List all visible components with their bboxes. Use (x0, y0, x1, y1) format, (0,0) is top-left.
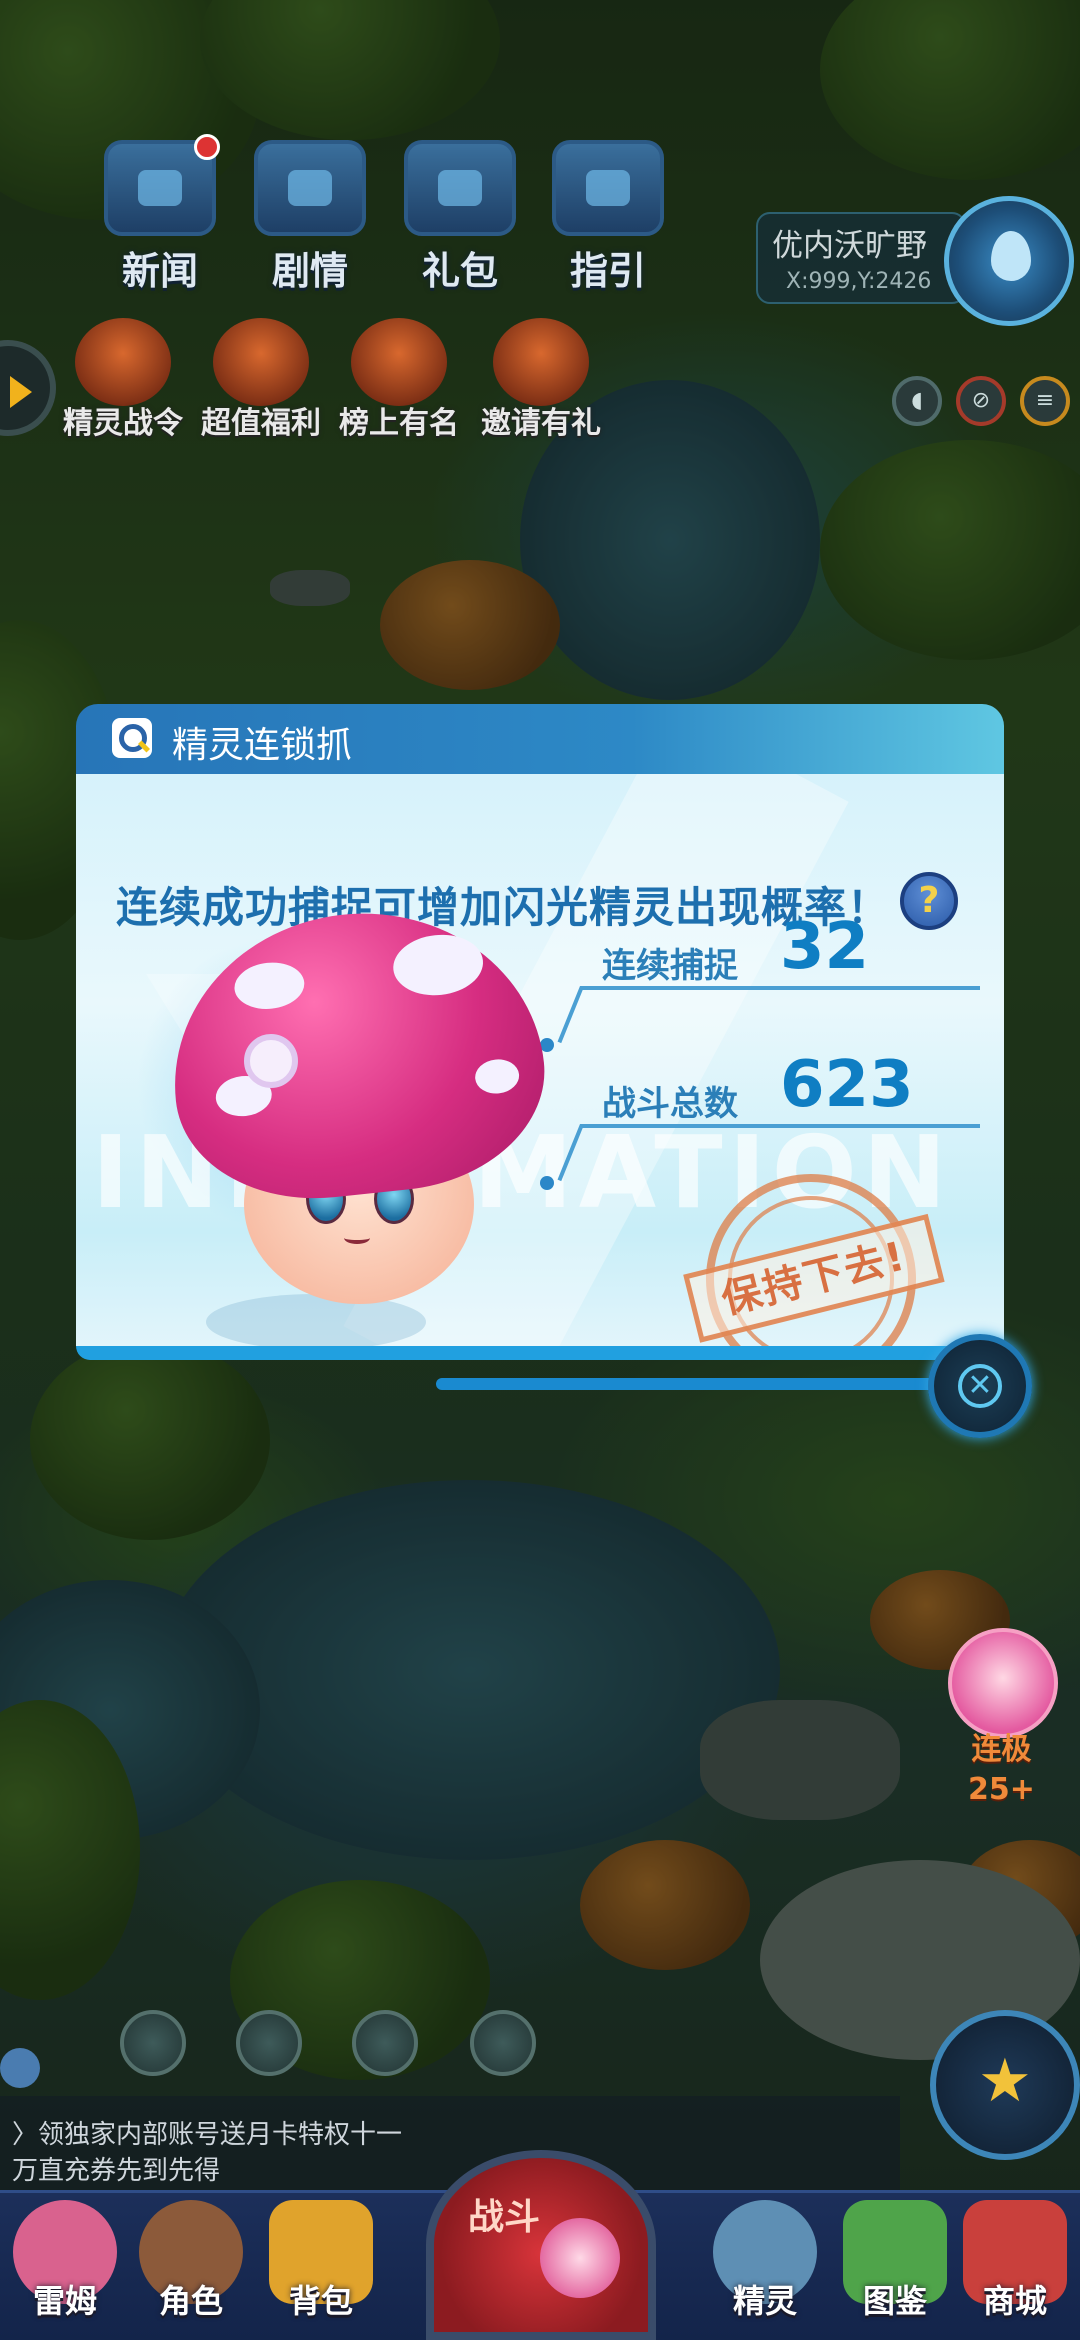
menu-list-icon[interactable]: ≡ (1020, 376, 1070, 426)
ranking-label: 榜上有名 (339, 406, 459, 441)
welfare-label: 超值福利 (201, 406, 321, 441)
dialog-header: 精灵连锁抓 (76, 704, 1004, 774)
map-pin-icon (991, 231, 1031, 281)
trophy-icon (351, 318, 447, 406)
nav-encyclopedia-label: 图鉴 (862, 2282, 927, 2320)
battle-total-value: 623 (780, 1048, 914, 1122)
close-button[interactable]: ✕ (928, 1334, 1032, 1438)
location-coordinates: X:999,Y:2426 (786, 269, 932, 294)
streak-float-badge[interactable]: 连极 25+ (968, 1730, 1035, 1810)
guide-label: 指引 (569, 249, 646, 293)
battle-pass-icon (75, 318, 171, 406)
invite-envelope-icon (493, 318, 589, 406)
battle-pass-label: 精灵战令 (63, 406, 183, 441)
help-button[interactable]: ? (900, 872, 958, 930)
chat-line-1: 〉领独家内部账号送月卡特权十一 (12, 2120, 403, 2150)
news-label: 新闻 (121, 249, 198, 293)
nav-character[interactable]: 角色 (126, 2200, 256, 2322)
battle-total-label: 战斗总数 (602, 1084, 738, 1124)
nav-shop-label: 商城 (982, 2282, 1047, 2320)
streak-float-label: 连极 (971, 1732, 1032, 1767)
stamp-text: 保持下去! (683, 1213, 945, 1343)
battle-pet-icon (540, 2218, 620, 2298)
gift-label: 礼包 (421, 249, 498, 293)
ranking-button[interactable]: 榜上有名 (324, 318, 474, 442)
map-button[interactable] (944, 196, 1074, 326)
nav-pet-label: 雷姆 (32, 2282, 97, 2320)
streak-label: 连续捕捉 (602, 946, 738, 986)
dialog-title: 精灵连锁抓 (172, 725, 353, 766)
connector-dot (540, 1176, 554, 1190)
battle-label: 战斗 (468, 2197, 541, 2238)
dialog-bottom-bar (436, 1378, 936, 1390)
nav-shop[interactable]: 商城 (950, 2200, 1080, 2322)
streak-float-value: 25+ (968, 1772, 1035, 1807)
nav-encyclopedia[interactable]: 图鉴 (830, 2200, 960, 2322)
location-name: 优内沃旷野 (772, 228, 927, 264)
streak-value: 32 (780, 910, 870, 984)
sprite-mouth (344, 1232, 370, 1244)
quick-slot-2[interactable] (236, 2010, 302, 2076)
gift-chest-icon (404, 140, 516, 236)
guide-chest-icon (552, 140, 664, 236)
nav-backpack[interactable]: 背包 (256, 2200, 386, 2322)
welfare-gift-icon (213, 318, 309, 406)
nav-character-label: 角色 (158, 2282, 223, 2320)
quick-slot-3[interactable] (352, 2010, 418, 2076)
battle-pass-button[interactable]: 精灵战令 (48, 318, 198, 442)
news-button[interactable]: 新闻 (90, 134, 230, 295)
invite-button[interactable]: 邀请有礼 (466, 318, 616, 442)
chat-line-2: 万直充券先到先得 (12, 2156, 221, 2186)
quick-slot-4[interactable] (470, 2010, 536, 2076)
invite-label: 邀请有礼 (481, 406, 601, 441)
sound-icon[interactable]: ◖ (892, 376, 942, 426)
sprite-hair-curl (244, 1034, 298, 1088)
mute-icon[interactable]: ⊘ (956, 376, 1006, 426)
magnifier-icon (112, 718, 152, 758)
quick-slot-1[interactable] (120, 2010, 186, 2076)
chat-bubble-icon[interactable] (0, 2048, 40, 2088)
welfare-button[interactable]: 超值福利 (186, 318, 336, 442)
dialog-headline: 连续成功捕捉可增加闪光精灵出现概率！ (116, 883, 891, 932)
divider-line (580, 986, 980, 990)
nav-sprite-label: 精灵 (732, 2282, 797, 2320)
battle-button[interactable]: 战斗 (426, 2150, 656, 2340)
story-chest-icon (254, 140, 366, 236)
nav-sprite[interactable]: 精灵 (700, 2200, 830, 2322)
divider-line (580, 1124, 980, 1128)
story-label: 剧情 (271, 249, 348, 293)
nav-backpack-label: 背包 (288, 2282, 353, 2320)
location-panel: 优内沃旷野 X:999,Y:2426 (756, 212, 966, 304)
dialog-body: INFORMATION 连续成功捕捉可增加闪光精灵出现概率！ ? 连续捕捉 32… (76, 774, 1004, 1360)
sprite-shadow (206, 1294, 426, 1346)
gift-button[interactable]: 礼包 (390, 140, 530, 295)
streak-pet-avatar[interactable] (948, 1628, 1058, 1738)
chat-ticker[interactable]: 〉领独家内部账号送月卡特权十一 万直充券先到先得 (0, 2096, 900, 2192)
guide-button[interactable]: 指引 (538, 140, 678, 295)
chain-catch-dialog: 精灵连锁抓 INFORMATION 连续成功捕捉可增加闪光精灵出现概率！ ? 连… (76, 704, 1032, 1438)
story-button[interactable]: 剧情 (240, 140, 380, 295)
star-action-button[interactable] (930, 2010, 1080, 2160)
nav-pet[interactable]: 雷姆 (0, 2200, 130, 2322)
notification-dot (194, 134, 220, 160)
close-icon: ✕ (958, 1364, 1002, 1408)
